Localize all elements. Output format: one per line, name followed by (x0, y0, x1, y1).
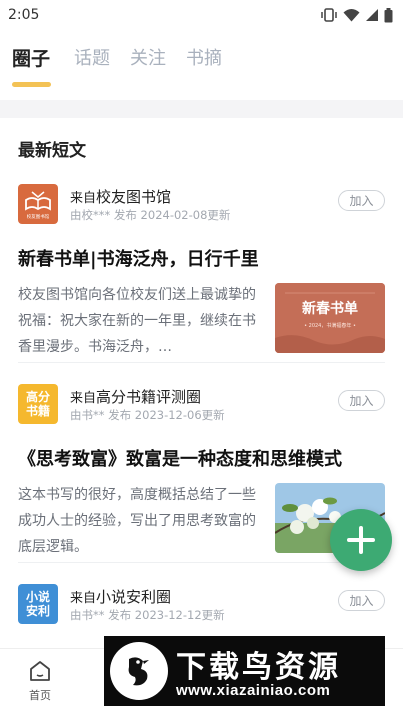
signal-icon (366, 9, 378, 21)
svg-text:校友图书馆: 校友图书馆 (27, 213, 50, 220)
post-thumbnail[interactable]: 新春书单 • 2024，书满福春年 • (275, 283, 385, 353)
circle-name[interactable]: 小说安利圈 (96, 588, 171, 606)
tab-excerpts[interactable]: 书摘 (186, 44, 222, 70)
from-line: 来自校友图书馆 (70, 186, 171, 207)
watermark-banner: 下载鸟资源 www.xiazainiao.com (104, 636, 385, 706)
post-divider (18, 562, 385, 563)
post-meta: 由校*** 发布 2024-02-08更新 (70, 208, 231, 222)
post-header: 高分 书籍 来自高分书籍评测圈 由书** 发布 2023-12-06更新 加入 (18, 382, 385, 426)
post-summary: 校友图书馆向各位校友们送上最诚挚的祝福：祝大家在新的一年里，继续在书香里漫步。书… (18, 287, 256, 355)
status-bar: 2:05 (0, 0, 403, 30)
post-header: 校友图书馆 来自校友图书馆 由校*** 发布 2024-02-08更新 加入 (18, 182, 385, 226)
create-post-button[interactable] (330, 509, 392, 571)
post-divider (18, 362, 385, 363)
section-title: 最新短文 (18, 141, 86, 161)
watermark-bird-logo (110, 642, 168, 700)
post-title[interactable]: 《思考致富》致富是一种态度和思维模式 (18, 445, 342, 471)
vibrate-icon (321, 8, 337, 22)
status-time: 2:05 (8, 7, 40, 23)
status-icons (320, 7, 393, 23)
from-prefix: 来自 (70, 191, 97, 206)
home-icon (30, 661, 50, 681)
tab-following[interactable]: 关注 (130, 44, 166, 70)
plus-icon (347, 526, 375, 554)
nav-home[interactable]: 首页 (20, 659, 60, 703)
tab-circles[interactable]: 圈子 (12, 44, 50, 71)
nav-home-label: 首页 (29, 689, 51, 702)
tab-indicator (12, 82, 51, 87)
from-prefix: 来自 (70, 591, 97, 606)
from-line: 来自小说安利圈 (70, 586, 171, 607)
circle-logo-text: 小说 安利 (25, 590, 50, 618)
join-button[interactable]: 加入 (338, 590, 385, 611)
tab-topics[interactable]: 话题 (74, 44, 110, 70)
circle-name[interactable]: 校友图书馆 (96, 188, 171, 206)
join-button[interactable]: 加入 (338, 390, 385, 411)
new-year-booklist-image: 新春书单 • 2024，书满福春年 • (275, 283, 385, 353)
bird-icon (128, 657, 149, 686)
circle-logo[interactable]: 高分 书籍 (18, 384, 58, 424)
post-title[interactable]: 新春书单|书海泛舟，日行千里 (18, 245, 259, 271)
book-logo-icon: 校友图书馆 (25, 191, 51, 220)
svg-text:• 2024，书满福春年 •: • 2024，书满福春年 • (304, 322, 356, 329)
circle-logo[interactable]: 小说 安利 (18, 584, 58, 624)
watermark-title: 下载鸟资源 (176, 650, 341, 685)
circle-logo[interactable]: 校友图书馆 (18, 184, 58, 224)
top-tabs: 圈子 话题 关注 书摘 (0, 38, 403, 94)
post-summary: 这本书写的很好，高度概括总结了一些成功人士的经验，写出了用思考致富的底层逻辑。 (18, 487, 256, 555)
circle-name[interactable]: 高分书籍评测圈 (96, 388, 201, 406)
from-prefix: 来自 (70, 391, 97, 406)
wifi-icon (343, 9, 360, 22)
join-button[interactable]: 加入 (338, 190, 385, 211)
post-meta: 由书** 发布 2023-12-06更新 (70, 408, 225, 422)
post-header: 小说 安利 来自小说安利圈 由书** 发布 2023-12-12更新 加入 (18, 582, 385, 626)
section-divider (0, 100, 403, 118)
svg-text:新春书单: 新春书单 (302, 300, 358, 317)
battery-icon (384, 7, 393, 22)
watermark-url: www.xiazainiao.com (176, 682, 331, 699)
from-line: 来自高分书籍评测圈 (70, 386, 201, 407)
circle-logo-text: 高分 书籍 (25, 390, 50, 418)
post-meta: 由书** 发布 2023-12-12更新 (70, 608, 225, 622)
